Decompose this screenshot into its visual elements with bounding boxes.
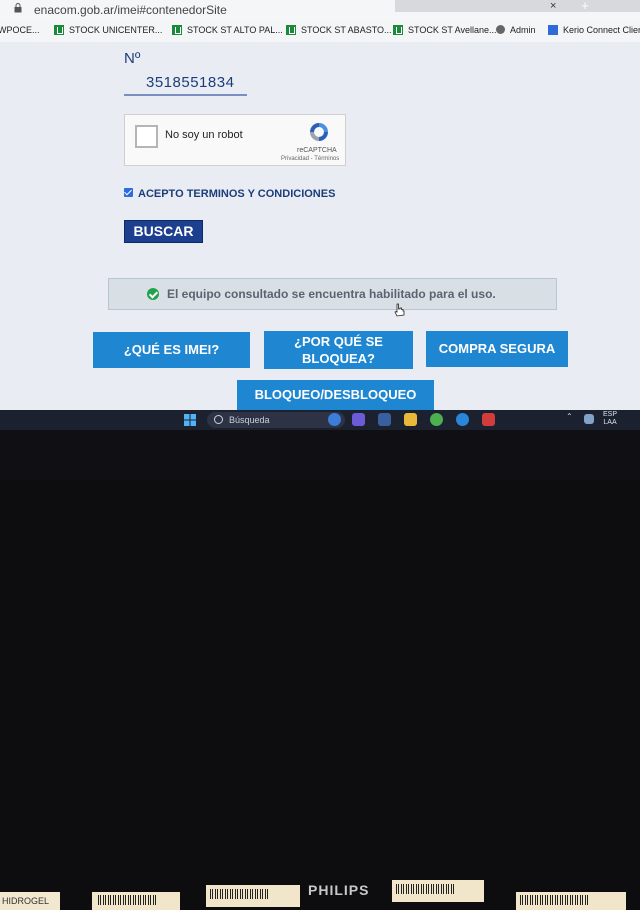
file-explorer-icon[interactable]	[404, 413, 417, 426]
spreadsheet-icon	[172, 25, 182, 35]
terms-checkbox-row[interactable]: ACEPTO TERMINOS Y CONDICIONES	[124, 188, 335, 200]
check-circle-icon	[147, 288, 159, 300]
bookmark-item[interactable]: STOCK ST Avellane...	[393, 25, 497, 35]
bookmark-item[interactable]: Admin	[496, 25, 536, 35]
bookmark-label: WPOCE...	[0, 25, 40, 35]
bookmarks-bar: WPOCE... STOCK UNICENTER... STOCK ST ALT…	[0, 20, 640, 43]
button-label: ¿POR QUÉ SE	[294, 334, 383, 349]
taskbar-search[interactable]: Búsqueda	[207, 412, 345, 428]
recaptcha-label: No soy un robot	[165, 129, 243, 141]
bookmark-item[interactable]: STOCK ST ALTO PAL...	[172, 25, 283, 35]
new-tab-button[interactable]: +	[574, 0, 596, 13]
bookmark-item[interactable]: STOCK UNICENTER...	[54, 25, 162, 35]
bookmark-label: STOCK UNICENTER...	[69, 25, 163, 35]
search-icon	[214, 415, 223, 424]
block-unblock-button[interactable]: BLOQUEO/DESBLOQUEO	[237, 380, 434, 410]
spreadsheet-icon	[54, 25, 64, 35]
tab-strip	[395, 0, 640, 12]
barcode	[520, 895, 590, 905]
result-alert: El equipo consultado se encuentra habili…	[108, 278, 557, 310]
recaptcha-links[interactable]: Privacidad - Términos	[281, 156, 339, 162]
spreadsheet-icon	[393, 25, 403, 35]
recaptcha-brand: reCAPTCHA	[297, 147, 337, 154]
language-indicator[interactable]: ESP LAA	[603, 411, 617, 427]
spreadsheet-icon	[286, 25, 296, 35]
tray-chevron-icon[interactable]: ⌃	[566, 412, 573, 421]
bookmark-label: STOCK ST ALTO PAL...	[187, 25, 283, 35]
imei-field-label: Nº	[124, 50, 141, 67]
lang-code: ESP	[603, 411, 618, 418]
network-icon[interactable]	[584, 414, 594, 424]
close-tab-icon[interactable]: ×	[550, 0, 556, 12]
widgets-icon[interactable]	[378, 413, 391, 426]
why-blocked-button[interactable]: ¿POR QUÉ SE BLOQUEA?	[264, 331, 413, 369]
chrome-icon[interactable]	[430, 413, 443, 426]
url-text[interactable]: enacom.gob.ar/imei#contenedorSite	[34, 3, 227, 17]
button-label: ¿QUÉ ES IMEI?	[123, 342, 220, 357]
monitor-bezel: HIDROGEL PHILIPS	[0, 430, 640, 910]
imei-input[interactable]: 3518551834	[124, 74, 247, 96]
bookmark-label: STOCK ST Avellane...	[408, 25, 497, 35]
bookmark-item[interactable]: Kerio Connect Client	[548, 25, 640, 35]
bookmark-label: STOCK ST ABASTO...	[301, 25, 392, 35]
bookmark-item[interactable]: WPOCE...	[0, 25, 40, 35]
safe-purchase-button[interactable]: COMPRA SEGURA	[426, 331, 568, 367]
button-label: COMPRA SEGURA	[438, 341, 556, 356]
recaptcha-logo-icon	[310, 123, 328, 141]
bookmark-label: Kerio Connect Client	[563, 25, 640, 35]
lock-icon	[14, 3, 22, 13]
bookmark-label: Admin	[510, 25, 536, 35]
search-button[interactable]: BUSCAR	[124, 220, 203, 243]
barcode	[98, 895, 158, 905]
button-label: BLOQUEO/DESBLOQUEO	[254, 387, 417, 402]
what-is-imei-button[interactable]: ¿QUÉ ES IMEI?	[93, 332, 250, 368]
lang-layout: LAA	[603, 419, 617, 426]
bookmark-item[interactable]: STOCK ST ABASTO...	[286, 25, 392, 35]
terms-checkbox[interactable]	[124, 188, 133, 197]
terms-label: ACEPTO TERMINOS Y CONDICIONES	[138, 188, 336, 200]
hand-cursor-icon	[394, 303, 405, 317]
meet-icon[interactable]	[352, 413, 365, 426]
barcode	[396, 884, 456, 894]
recaptcha-widget: No soy un robot reCAPTCHA Privacidad - T…	[124, 114, 346, 166]
page-content: Nº 3518551834 No soy un robot reCAPTCHA …	[0, 42, 640, 410]
kerio-icon	[548, 25, 558, 35]
handwritten-sticker: HIDROGEL	[0, 892, 60, 910]
edge-icon[interactable]	[456, 413, 469, 426]
app-icon[interactable]	[482, 413, 495, 426]
button-label: BLOQUEA?	[302, 351, 375, 366]
monitor-brand: PHILIPS	[308, 882, 370, 898]
copilot-icon[interactable]	[328, 413, 341, 426]
gear-icon	[496, 25, 505, 34]
barcode	[210, 889, 270, 899]
screen: enacom.gob.ar/imei#contenedorSite × + WP…	[0, 0, 640, 430]
windows-start-icon[interactable]	[184, 414, 196, 426]
recaptcha-checkbox[interactable]	[135, 125, 158, 148]
result-message: El equipo consultado se encuentra habili…	[167, 287, 496, 301]
